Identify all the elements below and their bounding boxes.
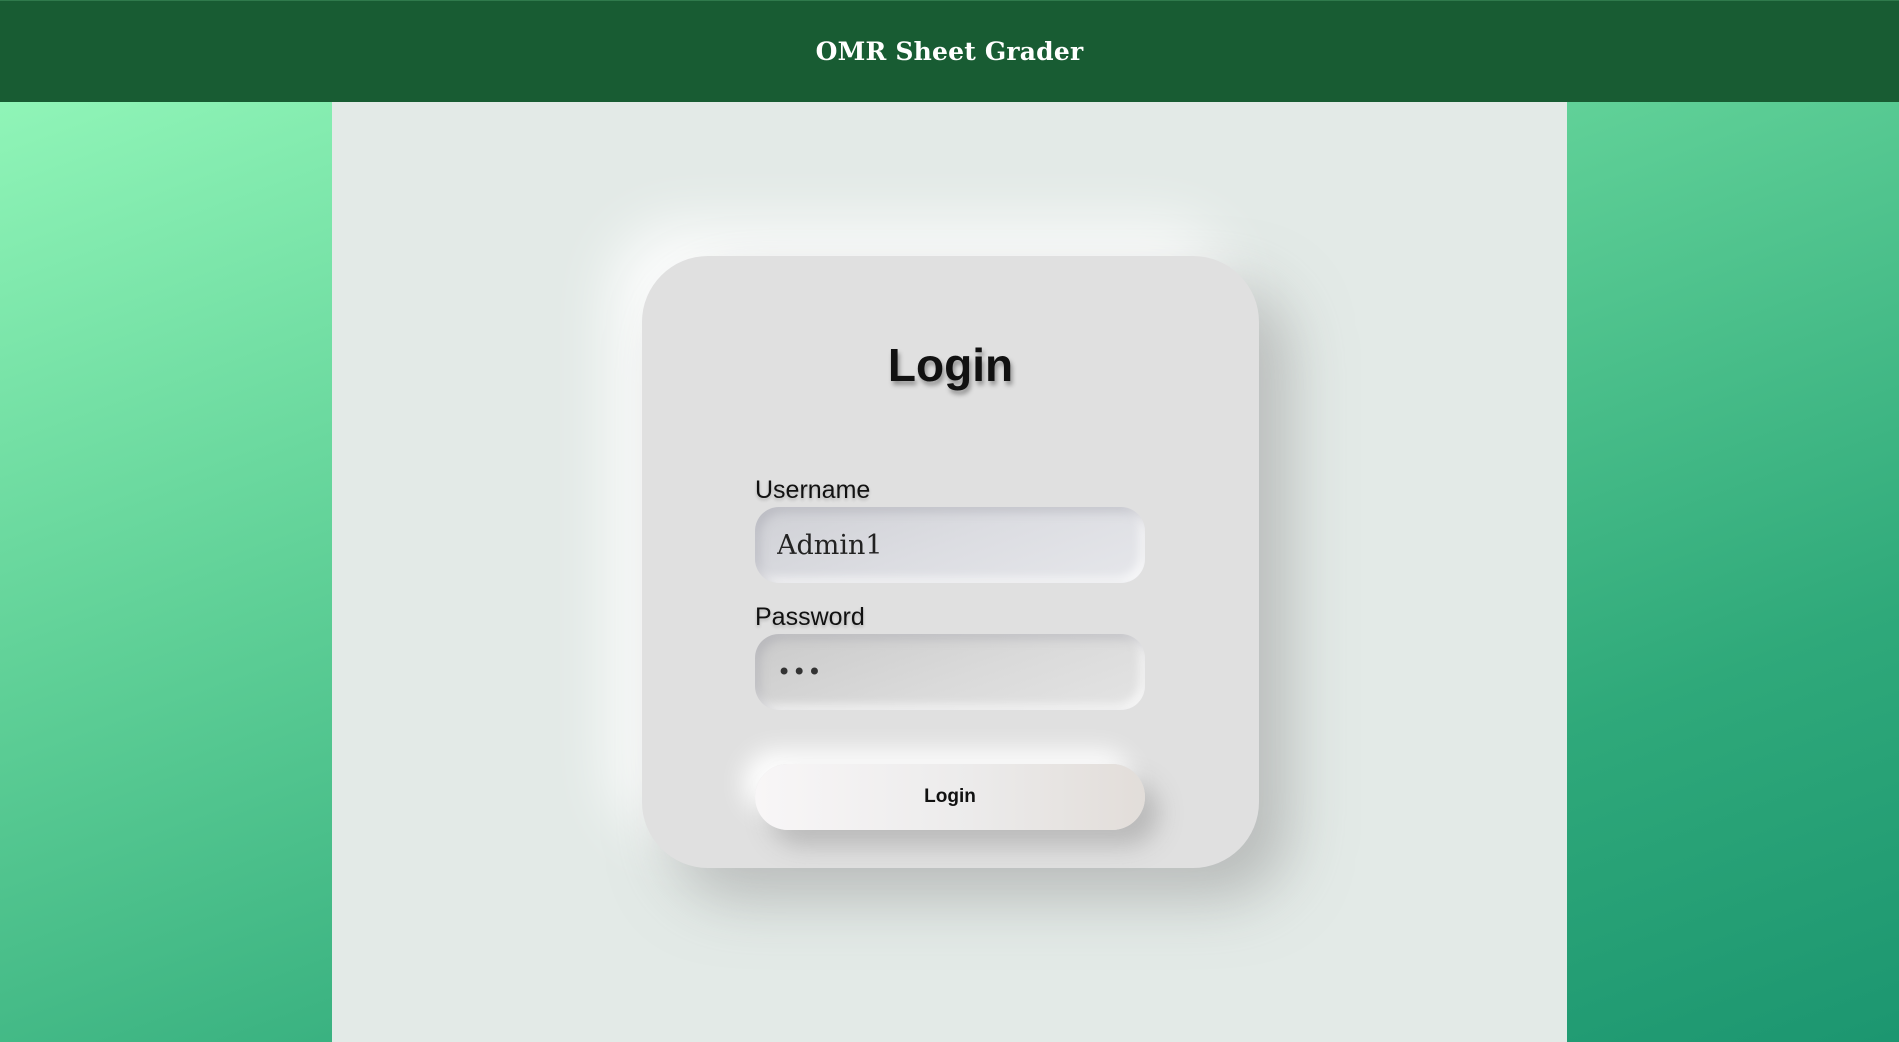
login-title: Login — [887, 339, 1014, 391]
app-title: OMR Sheet Grader — [815, 37, 1084, 66]
app-header: OMR Sheet Grader — [0, 0, 1899, 102]
login-form: Login Username Password Login — [642, 256, 1259, 868]
password-input[interactable] — [755, 634, 1145, 710]
main-panel: Login Username Password Login — [332, 102, 1567, 1042]
login-button[interactable]: Login — [755, 764, 1145, 830]
password-label: Password — [755, 603, 865, 631]
username-input[interactable] — [755, 507, 1145, 583]
username-label: Username — [755, 476, 871, 504]
